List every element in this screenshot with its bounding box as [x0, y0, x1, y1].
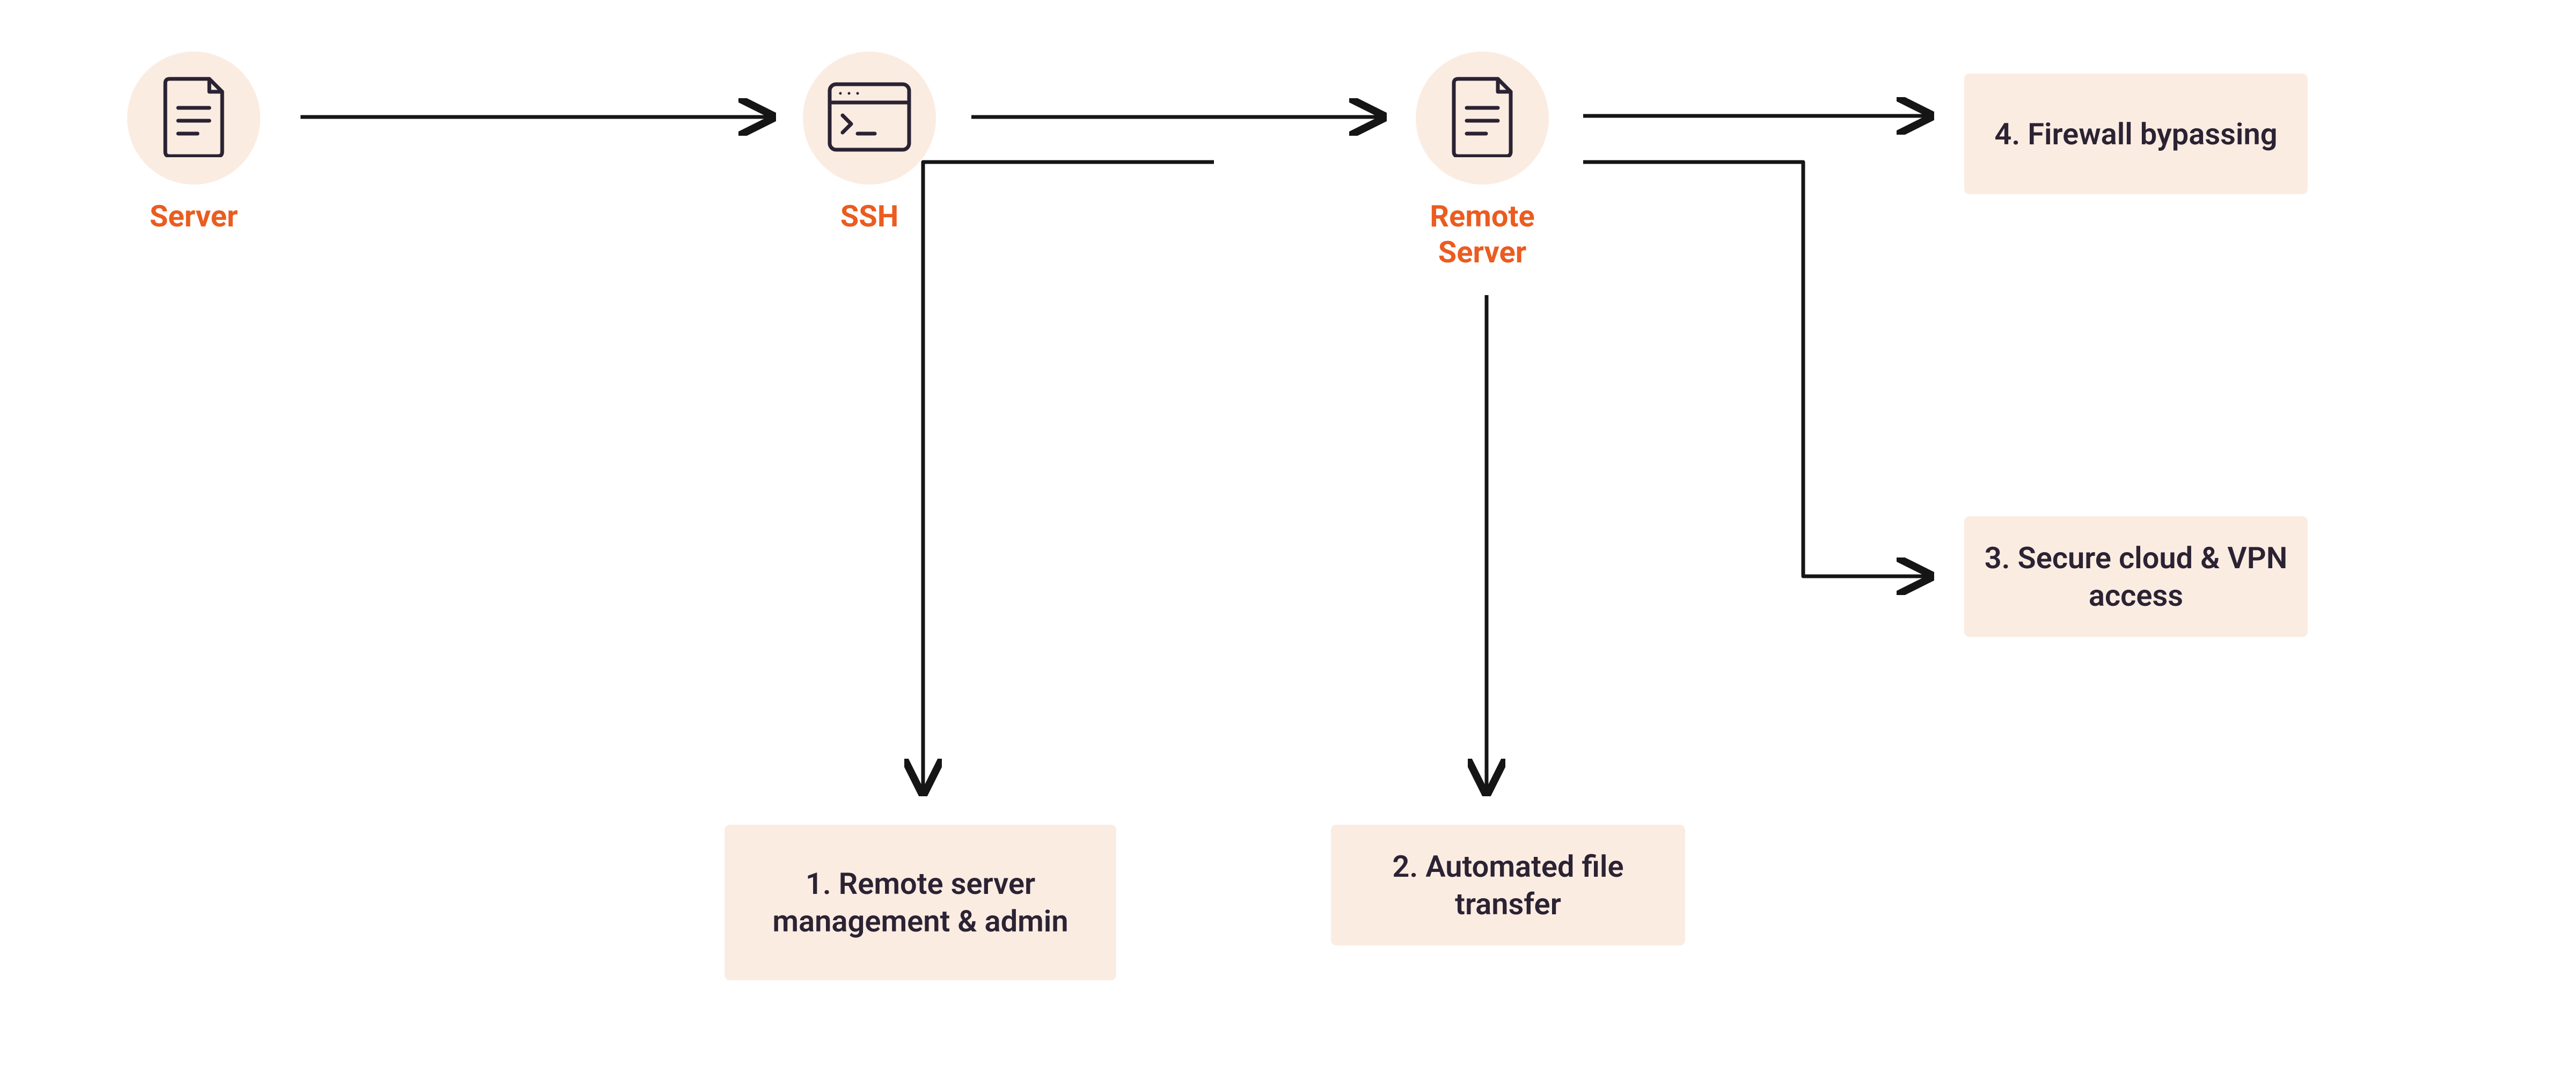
remote-server-icon [1448, 77, 1516, 159]
usecase-4-text: 4. Firewall bypassing [1994, 115, 2277, 153]
server-node [127, 52, 260, 185]
usecase-4-box: 4. Firewall bypassing [1964, 74, 2308, 194]
usecase-2-box: 2. Automated file transfer [1331, 825, 1685, 945]
ssh-label: SSH [803, 199, 936, 234]
usecase-1-box: 1. Remote server management & admin [724, 825, 1116, 980]
remote-server-node [1416, 52, 1549, 185]
remote-server-label: Remote Server [1388, 199, 1577, 270]
server-icon [160, 77, 228, 159]
usecase-2-text: 2. Automated file transfer [1347, 848, 1669, 923]
usecase-3-text: 3. Secure cloud & VPN access [1980, 539, 2292, 614]
server-label: Server [127, 199, 260, 234]
usecase-1-text: 1. Remote server management & admin [741, 865, 1100, 940]
arrow-remote-to-mgmt [923, 162, 1214, 789]
diagram-canvas: Server SSH Remote Se [0, 0, 2576, 1086]
arrow-remote-to-cloud [1583, 162, 1927, 576]
terminal-icon [828, 82, 911, 154]
ssh-node [803, 52, 936, 185]
usecase-3-box: 3. Secure cloud & VPN access [1964, 516, 2308, 637]
